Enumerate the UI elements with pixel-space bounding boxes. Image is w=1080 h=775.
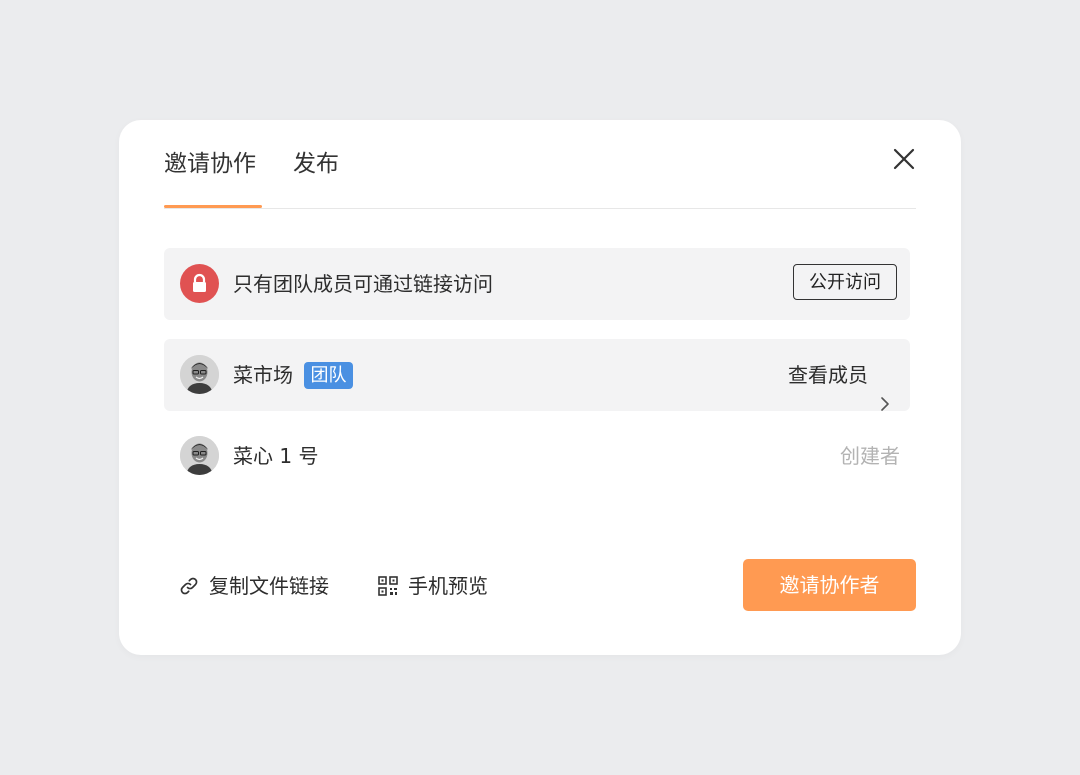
qr-code-icon (378, 576, 398, 596)
access-setting-row: 只有团队成员可通过链接访问 公开访问 (164, 248, 910, 320)
member-name: 菜心 1 号 (233, 444, 319, 468)
avatar (180, 436, 219, 475)
active-tab-indicator (164, 205, 262, 208)
team-name: 菜市场 (233, 363, 293, 387)
invite-collaborators-button[interactable]: 邀请协作者 (743, 559, 916, 611)
copy-file-link-button[interactable]: 复制文件链接 (178, 568, 329, 604)
tab-bar: 邀请协作 发布 (164, 120, 916, 209)
mobile-preview-label: 手机预览 (408, 574, 488, 598)
public-access-button[interactable]: 公开访问 (793, 264, 897, 300)
mobile-preview-button[interactable]: 手机预览 (377, 568, 488, 604)
avatar (180, 355, 219, 394)
view-members-link[interactable]: 查看成员 (788, 339, 890, 411)
access-description: 只有团队成员可通过链接访问 (233, 272, 493, 296)
link-icon (180, 577, 198, 595)
invite-dialog: 邀请协作 发布 只有团队成员可通过链接访问 公开访问 菜市场 团队 查看成员 菜… (119, 120, 961, 655)
chevron-right-icon (880, 368, 890, 411)
tab-publish[interactable]: 发布 (293, 144, 339, 184)
lock-icon (180, 264, 219, 303)
team-row[interactable]: 菜市场 团队 查看成员 (164, 339, 910, 411)
copy-file-link-label: 复制文件链接 (209, 574, 329, 598)
member-row: 菜心 1 号 创建者 (164, 420, 910, 492)
member-role: 创建者 (840, 444, 900, 468)
view-members-label: 查看成员 (788, 363, 868, 387)
tab-invite-collaborate[interactable]: 邀请协作 (164, 144, 262, 184)
team-badge: 团队 (304, 362, 353, 389)
close-icon[interactable] (891, 146, 917, 172)
